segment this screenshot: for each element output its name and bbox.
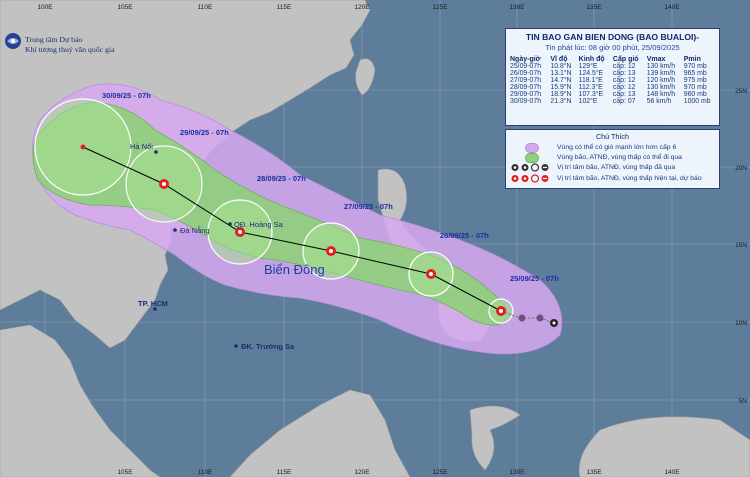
track-label-29-09: 29/09/25 - 07h — [180, 128, 229, 137]
track-label-27-09: 27/09/25 - 07h — [344, 202, 393, 211]
legend-panel: Chú Thích Vùng có thể có gió mạnh lớn hơ… — [505, 129, 720, 189]
borneo-island — [229, 389, 411, 477]
storm-forecast-map: 100E 105E 110E 115E 120E 125E 130E 135E … — [0, 0, 750, 477]
past-symbol-1 — [518, 314, 526, 322]
lon-top-1: 105E — [117, 4, 133, 11]
table-row: 25/09-07h 10.8°N 129°E cấp: 12 130 km/h 970 m… — [510, 63, 707, 70]
strong-wind-swatch — [525, 142, 539, 153]
storm-symbol-27-09 — [326, 246, 336, 256]
table-row: 26/09-07h 13.1°N 124.5°E cấp: 13 139 km/h 965… — [510, 70, 707, 77]
label-ha-noi: Hà Nội — [130, 142, 153, 151]
lat-4: 5N — [739, 398, 748, 405]
malay-peninsula — [0, 324, 161, 477]
organization-name: Trung tâm Dự báo Khí tượng thuỷ văn quốc… — [25, 35, 115, 55]
track-label-28-09: 28/09/25 - 07h — [257, 174, 306, 183]
storm-symbol-25-09 — [496, 306, 506, 316]
lon-bottom-3: 120E — [354, 469, 370, 476]
legend-item-past-center: Vị trí tâm bão, ATNĐ, vùng thấp đã qua — [509, 163, 675, 172]
label-hoang-sa: QĐ. Hoàng Sa — [234, 220, 284, 229]
bulletin-title: TIN BAO GAN BIEN DONG (BAO BUALOI)- — [525, 32, 700, 42]
label-truong-sa: ĐK. Trường Sa — [241, 342, 295, 351]
lat-1: 20N — [735, 165, 747, 172]
track-label-25-09: 25/09/25 - 07h — [510, 274, 559, 283]
storm-symbol-29-09 — [159, 179, 169, 189]
track-label-26-09: 26/09/25 - 07h — [440, 231, 489, 240]
storm-zone-swatch — [525, 152, 539, 163]
legend-item-current-center: Vị trí tâm bão, ATNĐ, vùng thấp hiện tại… — [509, 174, 702, 183]
lon-bottom-4: 125E — [432, 469, 448, 476]
lon-top-4: 120E — [354, 4, 370, 11]
forecast-table: Ngày-giờ Vĩ độ Kinh độ Cấp gió Vmax Pmin… — [509, 56, 718, 105]
bulletin-panel: TIN BAO GAN BIEN DONG (BAO BUALOI)- Tin … — [505, 28, 720, 126]
track-label-30-09: 30/09/25 - 07h — [102, 91, 151, 100]
lon-top-7: 135E — [586, 4, 602, 11]
table-row: 29/09-07h 18.9°N 107.3°E cấp: 13 148 km/h 960… — [510, 91, 707, 98]
col-header: Vĩ độ — [550, 56, 568, 63]
organization-logo — [5, 33, 21, 49]
label-da-nang: Đà Nẵng — [180, 226, 210, 235]
lon-bottom-1: 110E — [198, 469, 213, 476]
marker-truong-sa — [234, 344, 238, 348]
taiwan-island — [355, 58, 376, 96]
lon-top-6: 130E — [509, 4, 525, 11]
table-row: 27/09-07h 14.7°N 118.1°E cấp: 12 120 km/h 975… — [510, 77, 707, 84]
col-header: Kinh độ — [578, 56, 605, 63]
past-center-symbols-icon — [511, 163, 549, 172]
org-line-2: Khí tượng thuỷ văn quốc gia — [25, 45, 115, 54]
lon-top-8: 140E — [664, 4, 680, 11]
bulletin-subtitle: Tin phát lúc: 08 giờ 00 phút, 25/09/2025 — [545, 43, 680, 52]
legend-label: Vị trí tâm bão, ATNĐ, vùng thấp đã qua — [557, 164, 676, 171]
table-row: 30/09-07h 21.3°N 102°E cấp: 07 56 km/h 1000 m… — [510, 98, 711, 105]
org-line-1: Trung tâm Dự báo — [25, 35, 83, 44]
legend-label: Vị trí tâm bão, ATNĐ, vùng thấp hiện tại… — [557, 175, 702, 182]
lon-bottom-2: 115E — [277, 469, 292, 476]
lon-top-0: 100E — [37, 4, 53, 11]
lon-bottom-0: 105E — [117, 469, 133, 476]
marker-hoang-sa — [228, 222, 232, 226]
lat-3: 10N — [735, 320, 747, 327]
col-header: Pmin — [683, 56, 701, 63]
past-symbol-2 — [536, 314, 544, 322]
col-header: Ngày-giờ — [510, 56, 541, 63]
past-symbol-3 — [550, 319, 558, 327]
storm-symbol-26-09 — [426, 269, 436, 279]
legend-label: Vùng có thể có gió mạnh lớn hơn cấp 6 — [557, 144, 677, 151]
col-header: Vmax — [646, 56, 666, 63]
lon-top-5: 125E — [432, 4, 448, 11]
lon-top-3: 115E — [277, 4, 292, 11]
new-guinea-island — [578, 416, 750, 477]
current-center-symbols-icon — [511, 174, 549, 183]
lon-top-2: 110E — [198, 4, 213, 11]
lat-0: 25N — [735, 88, 747, 95]
legend-label: Vùng bão, ATNĐ, vùng thấp có thể đi qua — [557, 154, 682, 161]
lat-2: 15N — [735, 242, 747, 249]
legend-item-storm-zone: Vùng bão, ATNĐ, vùng thấp có thể đi qua — [509, 152, 682, 163]
storm-symbol-30-09 — [80, 144, 86, 150]
legend-title: Chú Thích — [595, 132, 630, 141]
col-header: Cấp gió — [612, 56, 639, 63]
sulawesi-island — [469, 405, 521, 471]
label-tp-hcm: TP. HCM — [138, 299, 168, 308]
legend-item-strong-wind: Vùng có thể có gió mạnh lớn hơn cấp 6 — [509, 142, 677, 153]
table-row: 28/09-07h 15.9°N 112.3°E cấp: 12 130 km/h 970… — [510, 84, 707, 91]
marker-da-nang — [173, 228, 177, 232]
lon-bottom-5: 130E — [509, 469, 525, 476]
marker-ha-noi — [154, 150, 158, 154]
sea-label: Biển Đông — [264, 262, 325, 277]
table-header-row: Ngày-giờ Vĩ độ Kinh độ Cấp gió Vmax Pmin — [509, 56, 718, 63]
lon-bottom-6: 135E — [586, 469, 602, 476]
lon-bottom-7: 140E — [664, 469, 680, 476]
